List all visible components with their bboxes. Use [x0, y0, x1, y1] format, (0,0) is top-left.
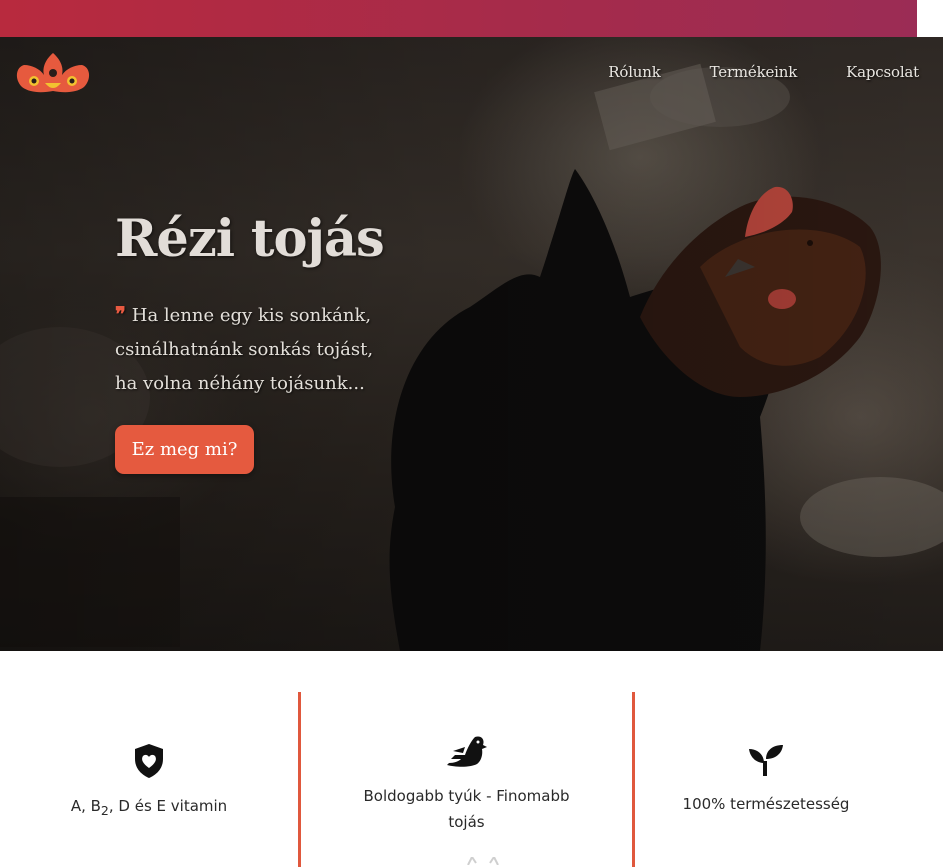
features-section: A, B2, D és E vitamin Boldogabb tyúk - F…	[0, 651, 943, 867]
sprout-icon	[749, 745, 783, 776]
nav-link-kapcsolat[interactable]: Kapcsolat	[846, 63, 919, 81]
quote-line-2: csinálhatnánk sonkás tojást,	[115, 339, 374, 360]
hero-title: Rézi tojás	[115, 209, 385, 269]
brand-logo[interactable]	[14, 51, 92, 95]
partial-icon	[467, 857, 499, 865]
main-nav: Rólunk Termékeink Kapcsolat	[608, 63, 919, 81]
feature-happy-hen: Boldogabb tyúk - Finomabb tojás	[301, 733, 632, 835]
cta-button[interactable]: Ez meg mi?	[115, 425, 254, 474]
quote-icon: ❞	[115, 302, 126, 326]
feature-natural: 100% természetesség	[635, 743, 897, 817]
hero-section: Rólunk Termékeink Kapcsolat Rézi tojás ❞…	[0, 37, 943, 651]
hero-quote: ❞ Ha lenne egy kis sonkánk, csinálhatnánk…	[115, 297, 415, 401]
quote-line-1: Ha lenne egy kis sonkánk,	[131, 305, 372, 326]
nav-link-rolunk[interactable]: Rólunk	[608, 63, 661, 81]
nav-link-termekeink[interactable]: Termékeink	[710, 63, 798, 81]
feature-label-natural: 100% természetesség	[682, 795, 850, 813]
feature-label-vitamins: A, B2, D és E vitamin	[70, 797, 228, 818]
quote-line-3: ha volna néhány tojásunk...	[115, 373, 365, 394]
duck-icon	[446, 736, 487, 767]
feature-vitamins: A, B2, D és E vitamin	[0, 743, 298, 824]
feature-label-happy-hen: Boldogabb tyúk - Finomabb tojás	[363, 787, 570, 831]
top-color-strip	[0, 0, 917, 37]
shield-heart-icon	[135, 744, 163, 778]
